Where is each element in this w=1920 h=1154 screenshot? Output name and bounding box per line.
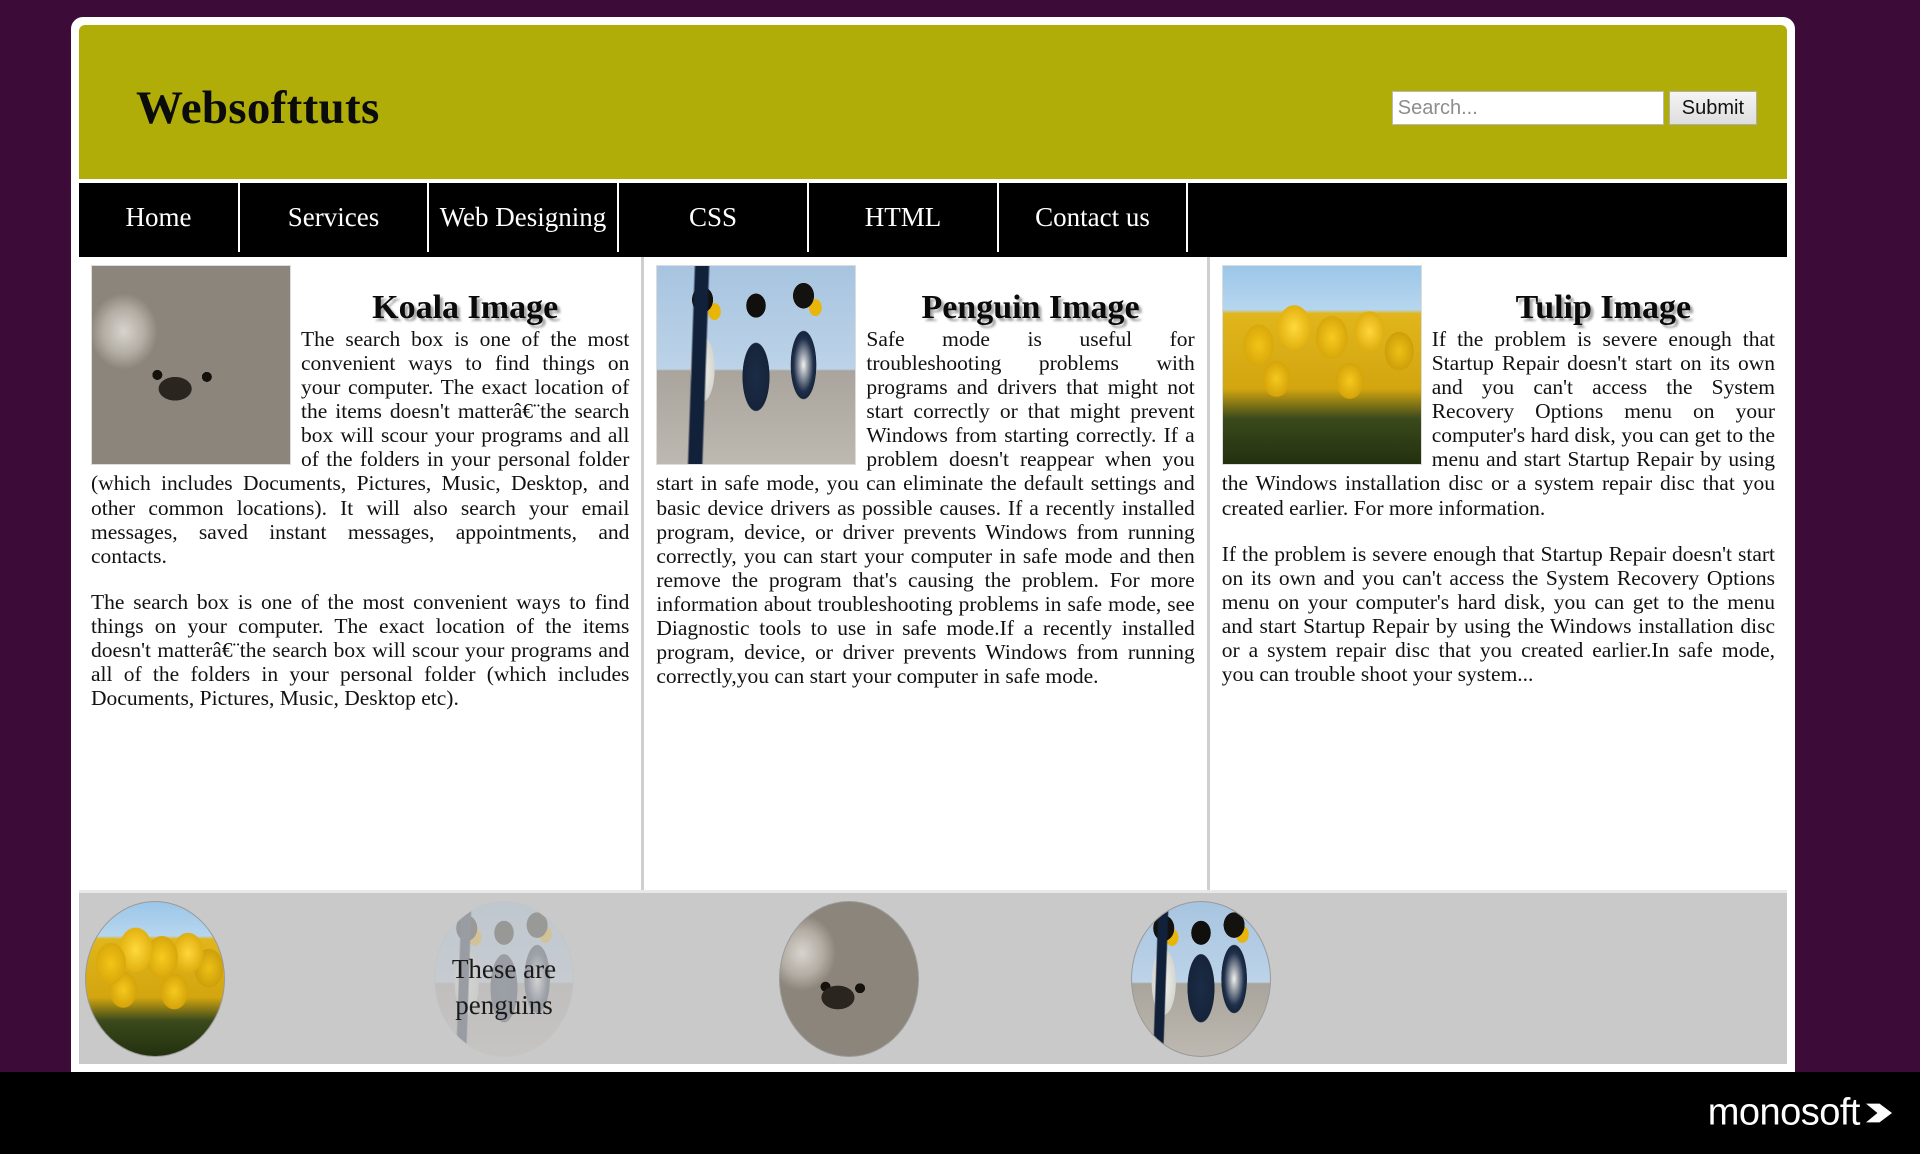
search-input[interactable] bbox=[1391, 91, 1664, 125]
site-header: Websofttuts Submit bbox=[79, 25, 1787, 179]
monosoft-brand: monosoft bbox=[1708, 1092, 1892, 1135]
nav-item-contact-us[interactable]: Contact us bbox=[999, 183, 1188, 252]
tulip-paragraph-2: If the problem is severe enough that Sta… bbox=[1221, 541, 1775, 687]
tulip-thumbnail bbox=[85, 901, 225, 1057]
penguin-thumbnail bbox=[1131, 901, 1271, 1057]
search-form: Submit bbox=[1391, 91, 1757, 125]
nav-filler bbox=[1188, 183, 1787, 252]
content-column-tulip: Tulip Image If the problem is severe eno… bbox=[1210, 257, 1787, 890]
content-column-koala: Koala Image The search box is one of the… bbox=[79, 257, 645, 890]
nav-item-html[interactable]: HTML bbox=[809, 183, 999, 252]
main-navigation: Home Services Web Designing CSS HTML Con… bbox=[79, 179, 1787, 252]
search-submit-button[interactable]: Submit bbox=[1668, 91, 1757, 125]
nav-item-css[interactable]: CSS bbox=[619, 183, 809, 252]
site-logo: Websofttuts bbox=[136, 82, 380, 134]
nav-item-web-designing[interactable]: Web Designing bbox=[429, 183, 619, 252]
footer-thumbnail-strip: These are penguins bbox=[79, 890, 1787, 1064]
penguin-image bbox=[656, 265, 857, 465]
content-columns: Koala Image The search box is one of the… bbox=[79, 252, 1787, 890]
chevron-right-icon bbox=[1866, 1103, 1892, 1123]
koala-paragraph-2: The search box is one of the most conven… bbox=[91, 589, 630, 711]
nav-item-services[interactable]: Services bbox=[240, 183, 429, 252]
koala-image bbox=[91, 265, 291, 465]
nav-item-home[interactable]: Home bbox=[79, 183, 240, 252]
bottom-bar: monosoft bbox=[0, 1072, 1920, 1154]
tulip-image bbox=[1221, 265, 1422, 465]
koala-thumbnail bbox=[779, 901, 919, 1057]
content-column-penguin: Penguin Image Safe mode is useful for tr… bbox=[644, 257, 1210, 890]
page-root: Websofttuts Submit Home Services Web Des… bbox=[0, 0, 1920, 1154]
monosoft-brand-text: monosoft bbox=[1707, 1091, 1861, 1134]
site-container: Websofttuts Submit Home Services Web Des… bbox=[71, 17, 1795, 1072]
penguin-caption: These are penguins bbox=[451, 954, 557, 1021]
